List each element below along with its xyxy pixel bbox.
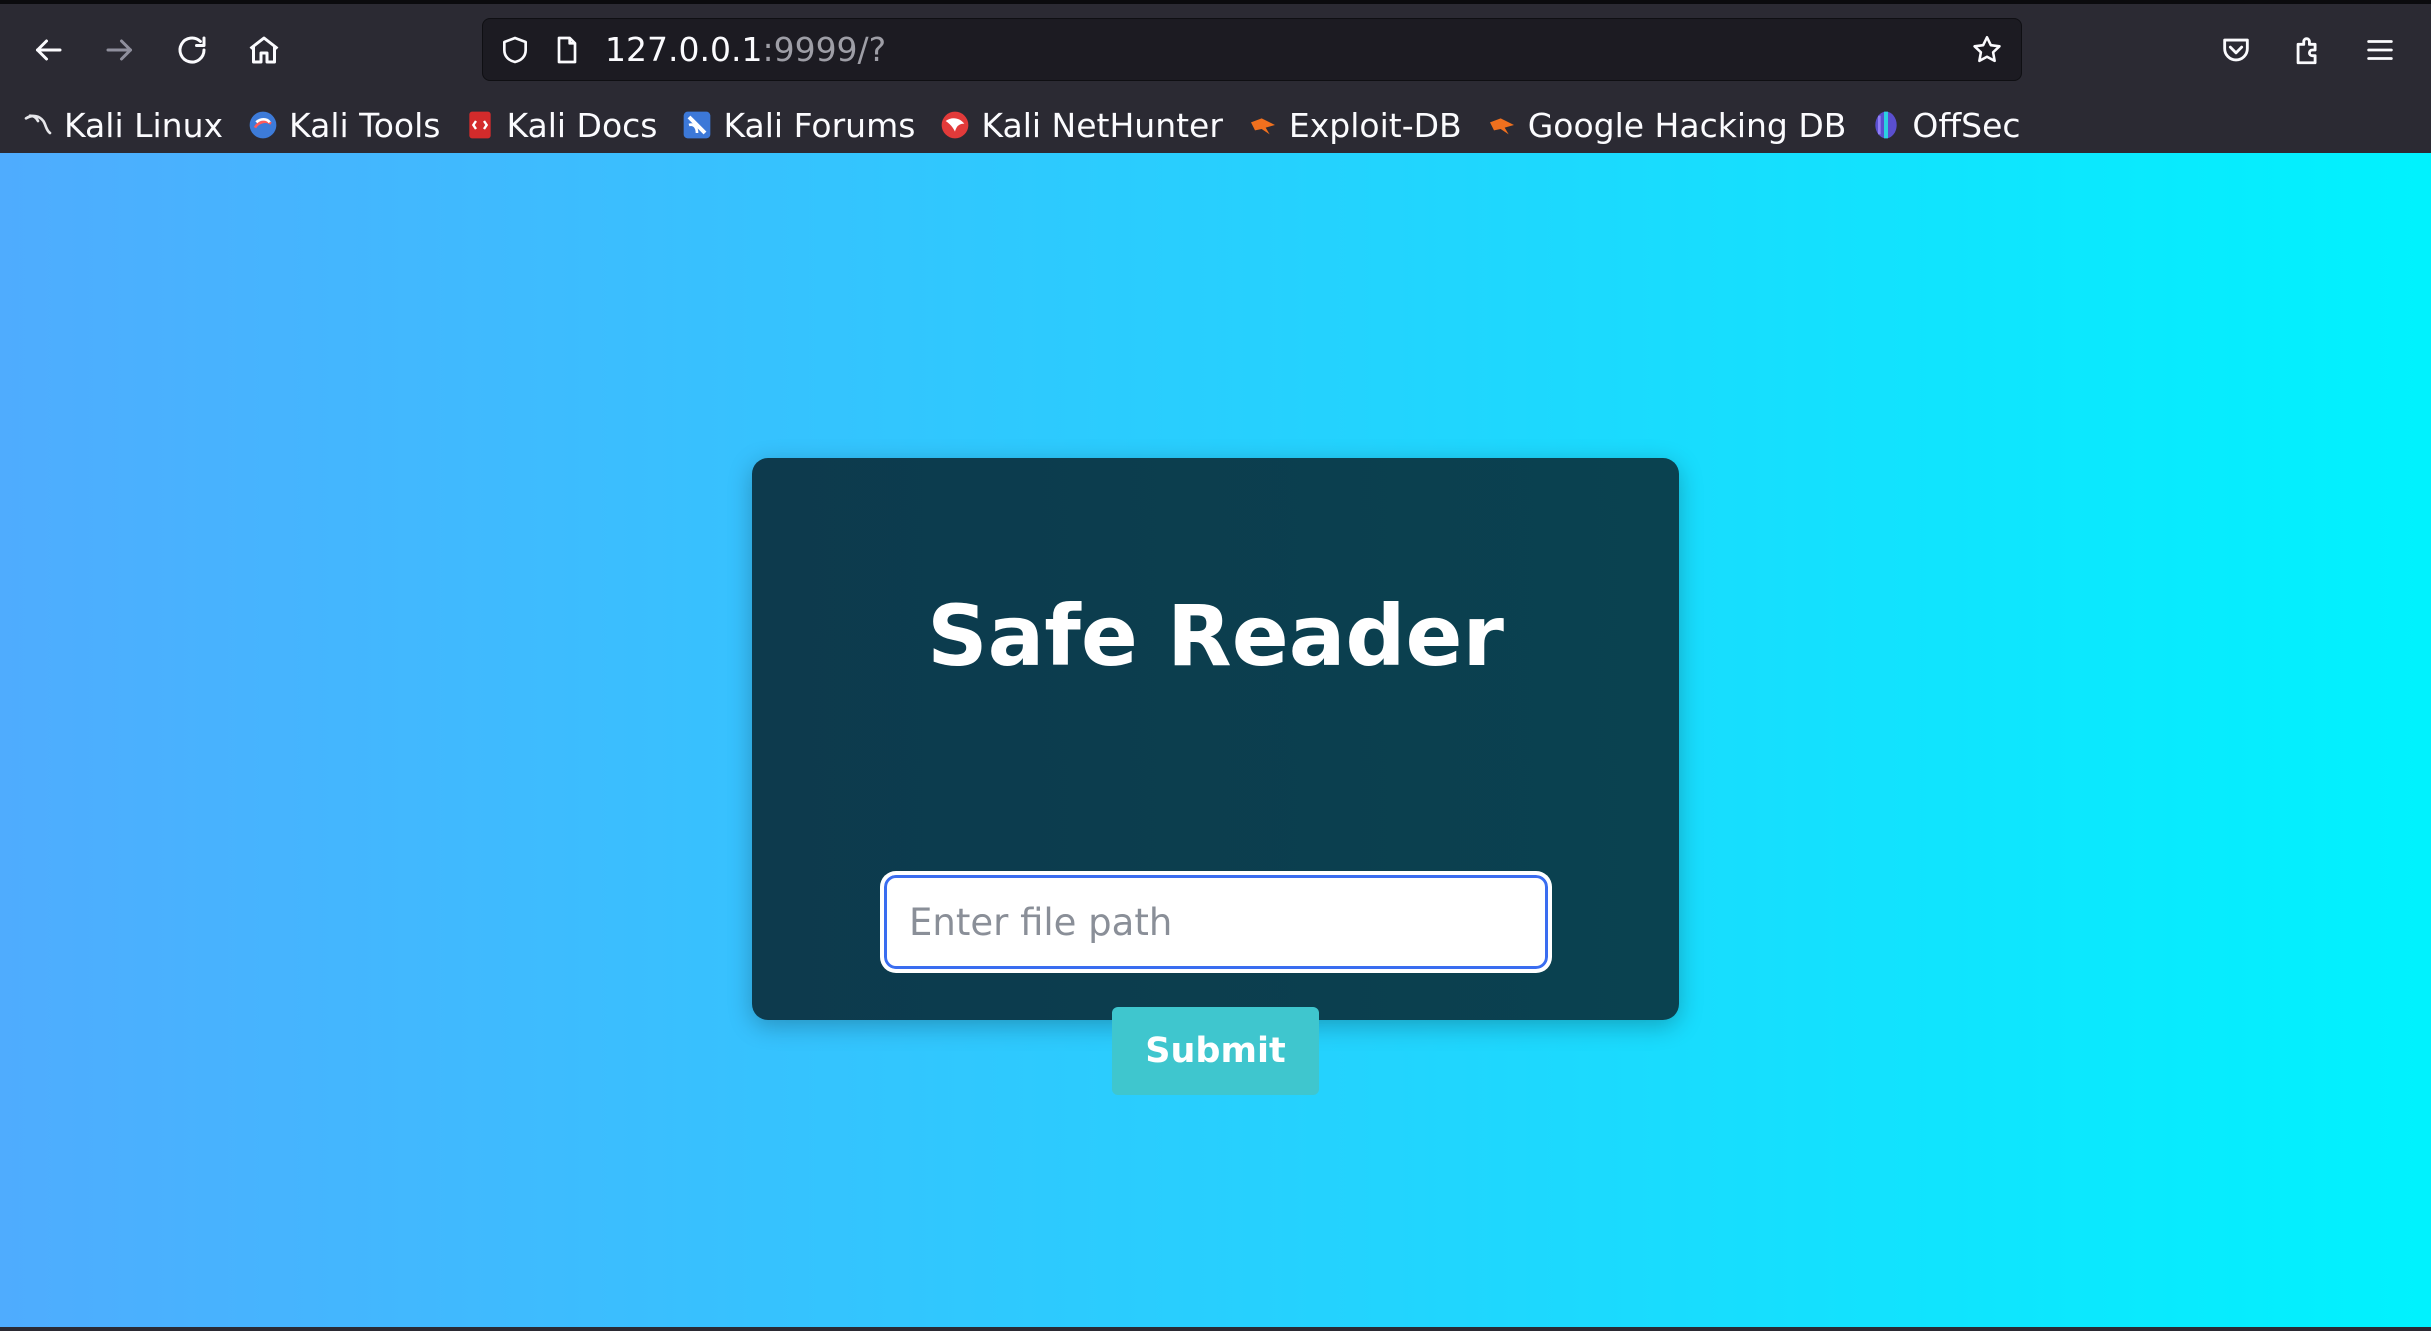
bookmark-label: Kali Linux <box>64 105 224 145</box>
window-bottom-border <box>0 1327 2431 1331</box>
shield-icon[interactable] <box>495 30 535 70</box>
file-path-input[interactable] <box>881 872 1551 972</box>
bookmark-offsec[interactable]: OffSec <box>1870 100 2030 150</box>
bookmark-label: Kali Tools <box>289 105 441 145</box>
kali-tools-icon <box>247 109 279 141</box>
exploit-db-icon <box>1247 109 1279 141</box>
submit-button[interactable]: Submit <box>1112 1007 1319 1095</box>
hamburger-menu-icon <box>2367 40 2393 60</box>
bookmark-kali-docs[interactable]: Kali Docs <box>464 100 667 150</box>
nethunter-icon <box>939 109 971 141</box>
kali-forums-icon <box>681 109 713 141</box>
url-host: 127.0.0.1 <box>605 30 763 69</box>
extensions-button[interactable] <box>2278 20 2338 80</box>
bookmark-google-hacking-db[interactable]: Google Hacking DB <box>1486 100 1857 150</box>
bookmark-kali-tools[interactable]: Kali Tools <box>247 100 450 150</box>
home-button[interactable] <box>234 20 294 80</box>
bookmark-kali-linux[interactable]: Kali Linux <box>22 100 233 150</box>
kali-dragon-icon <box>22 109 54 141</box>
reload-icon <box>178 36 206 64</box>
bookmark-label: Kali NetHunter <box>981 105 1223 145</box>
bookmark-label: OffSec <box>1912 105 2021 145</box>
bookmark-exploit-db[interactable]: Exploit-DB <box>1247 100 1472 150</box>
star-icon[interactable] <box>1967 30 2007 70</box>
kali-docs-icon <box>464 109 496 141</box>
page-title: Safe Reader <box>927 587 1504 685</box>
forward-button[interactable] <box>90 20 150 80</box>
bookmark-label: Google Hacking DB <box>1527 105 1847 145</box>
forward-arrow-icon <box>106 39 132 61</box>
bookmarks-toolbar: Kali Linux Kali Tools Kali Docs Kali For… <box>0 93 2431 157</box>
pocket-button[interactable] <box>2206 20 2266 80</box>
bookmark-label: Exploit-DB <box>1288 105 1462 145</box>
browser-chrome: 127.0.0.1:9999/? Kali Linux Kali Tools K… <box>0 0 2431 153</box>
url-path: :9999/? <box>762 30 887 69</box>
back-button[interactable] <box>18 20 78 80</box>
puzzle-icon <box>2296 37 2317 65</box>
bookmark-kali-nethunter[interactable]: Kali NetHunter <box>939 100 1233 150</box>
pocket-icon <box>2223 38 2249 62</box>
back-arrow-icon <box>36 39 62 61</box>
bookmark-kali-forums[interactable]: Kali Forums <box>681 100 925 150</box>
home-icon <box>249 36 279 64</box>
page-icon[interactable] <box>547 30 587 70</box>
page-viewport: Safe Reader Submit <box>0 153 2431 1327</box>
ghdb-icon <box>1486 109 1518 141</box>
url-bar[interactable]: 127.0.0.1:9999/? <box>482 18 2022 81</box>
offsec-icon <box>1870 109 1902 141</box>
reload-button[interactable] <box>162 20 222 80</box>
bookmark-label: Kali Forums <box>723 105 916 145</box>
url-text[interactable]: 127.0.0.1:9999/? <box>605 29 886 71</box>
menu-button[interactable] <box>2350 20 2410 80</box>
reader-card: Safe Reader Submit <box>752 458 1679 1095</box>
browser-toolbar: 127.0.0.1:9999/? <box>0 8 2431 91</box>
bookmark-label: Kali Docs <box>506 105 658 145</box>
